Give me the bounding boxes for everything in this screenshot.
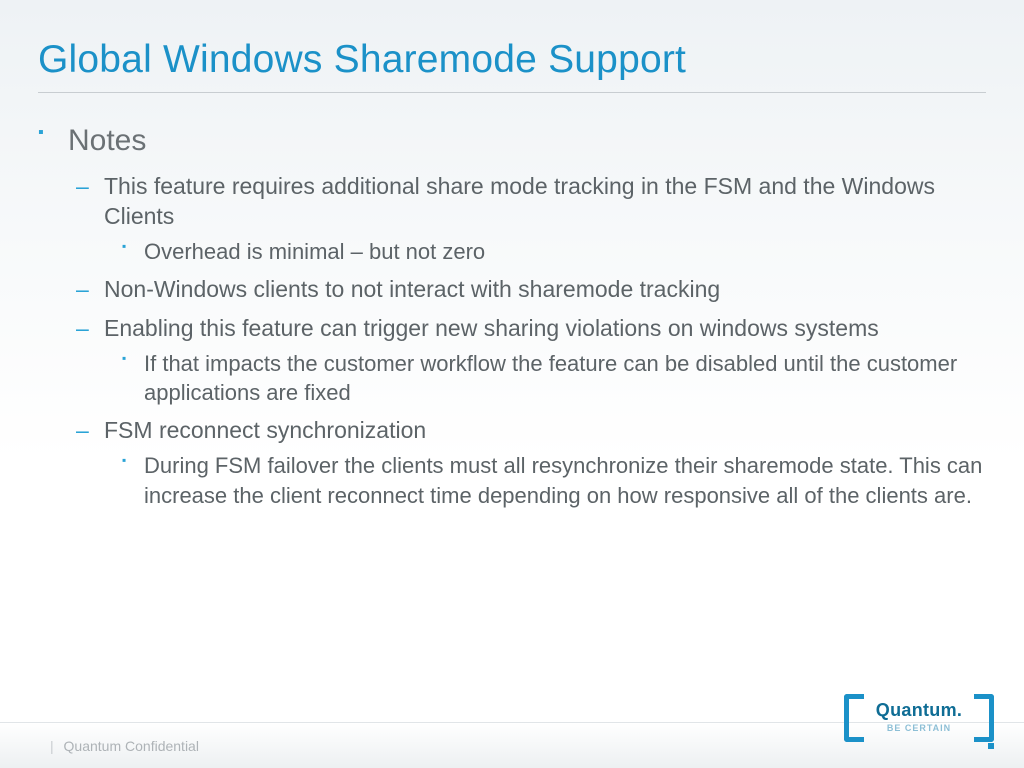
bullet-text: Non-Windows clients to not interact with… — [104, 276, 720, 302]
bullet-item: Non-Windows clients to not interact with… — [68, 274, 986, 304]
bullet-item: This feature requires additional share m… — [68, 171, 986, 267]
section-heading-text: Notes — [68, 124, 146, 157]
bracket-left-icon — [844, 694, 864, 742]
sub-bullet-item: Overhead is minimal – but not zero — [104, 237, 986, 266]
sub-bullet-text: If that impacts the customer workflow th… — [144, 351, 957, 405]
bullet-item: FSM reconnect synchronization During FSM… — [68, 415, 986, 509]
bullet-text: This feature requires additional share m… — [104, 173, 935, 229]
footer: | Quantum Confidential — [50, 738, 199, 754]
sub-bullet-text: During FSM failover the clients must all… — [144, 453, 982, 507]
slide-title: Global Windows Sharemode Support — [38, 38, 986, 93]
slide-content: Notes This feature requires additional s… — [38, 121, 986, 510]
footer-text: Quantum Confidential — [64, 738, 199, 754]
logo-tagline: BE CERTAIN — [866, 723, 972, 733]
slide: Global Windows Sharemode Support Notes T… — [0, 0, 1024, 768]
bullet-text: Enabling this feature can trigger new sh… — [104, 315, 879, 341]
bracket-right-icon — [974, 694, 994, 742]
bullet-item: Enabling this feature can trigger new sh… — [68, 313, 986, 407]
logo-text: Quantum. BE CERTAIN — [866, 700, 972, 733]
footer-divider: | — [50, 738, 54, 754]
logo-name: Quantum. — [866, 700, 972, 721]
bullet-text: FSM reconnect synchronization — [104, 417, 426, 443]
sub-bullet-text: Overhead is minimal – but not zero — [144, 239, 485, 264]
section-heading: Notes This feature requires additional s… — [38, 121, 986, 510]
quantum-logo: Quantum. BE CERTAIN — [844, 692, 994, 750]
sub-bullet-item: If that impacts the customer workflow th… — [104, 349, 986, 407]
sub-bullet-item: During FSM failover the clients must all… — [104, 451, 986, 509]
